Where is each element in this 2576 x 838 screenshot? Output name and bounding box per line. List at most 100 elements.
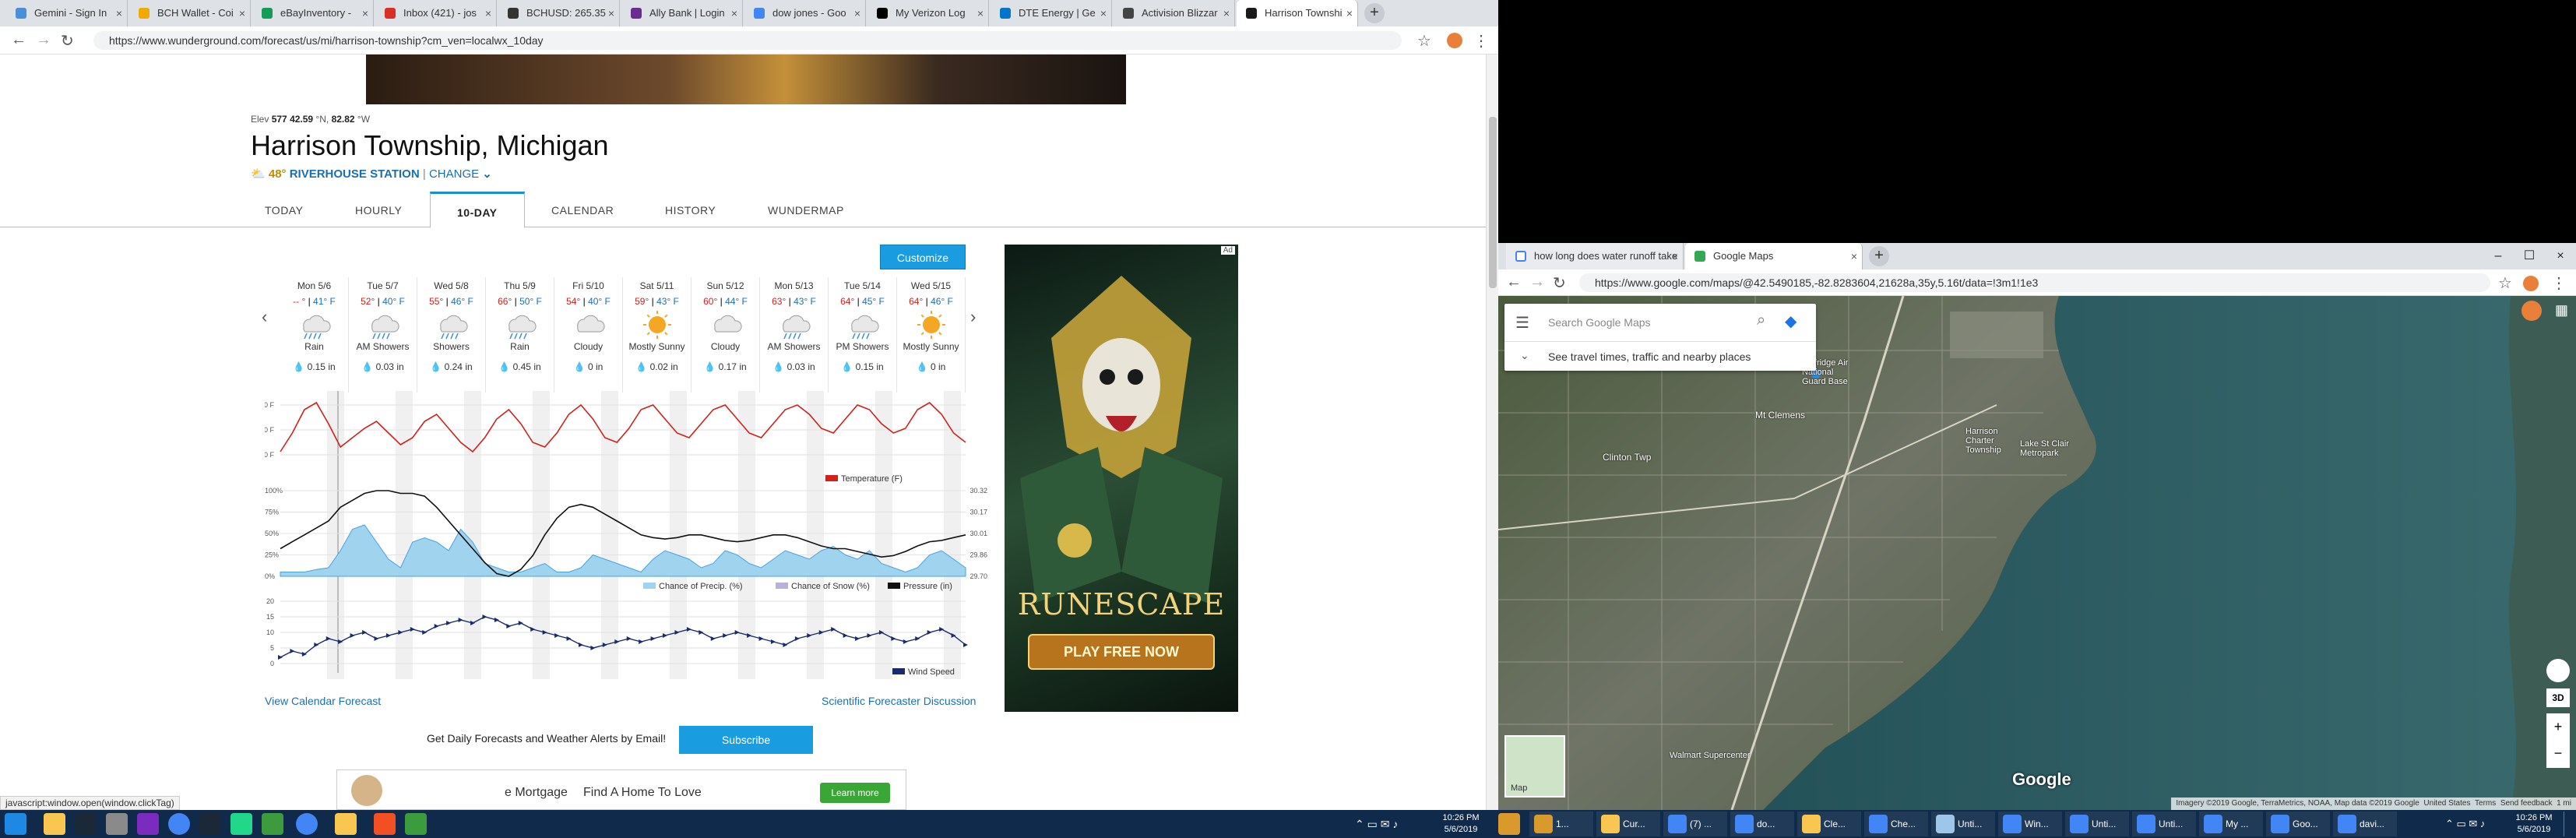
taskbar-window-button[interactable]: Unti... bbox=[2065, 812, 2129, 836]
close-tab-icon[interactable]: × bbox=[977, 0, 984, 26]
taskbar-window-button[interactable]: My ... bbox=[2199, 812, 2263, 836]
subscribe-button[interactable]: Subscribe bbox=[679, 726, 813, 754]
3d-toggle-button[interactable]: 3D bbox=[2546, 688, 2570, 707]
forecast-day[interactable]: Mon 5/6 -- ° | 41° F Rain 💧 0.15 in bbox=[280, 277, 349, 393]
customize-button[interactable]: Customize bbox=[880, 245, 966, 269]
browser-tab[interactable]: Harrison Townshi × bbox=[1237, 0, 1358, 26]
new-tab-icon[interactable]: + bbox=[1364, 3, 1385, 23]
scientific-forecaster-discussion-link[interactable]: Scientific Forecaster Discussion bbox=[822, 695, 976, 707]
country-label[interactable]: United States bbox=[2423, 799, 2470, 808]
map-label-clinton[interactable]: Clinton Twp bbox=[1603, 452, 1651, 463]
settings-gear-icon[interactable] bbox=[106, 813, 128, 835]
forecast-day[interactable]: Tue 5/14 64° | 45° F PM Showers 💧 0.15 in bbox=[829, 277, 897, 393]
hamburger-menu-icon[interactable]: ☰ bbox=[1515, 313, 1529, 333]
taskbar-window-button[interactable]: 1... bbox=[1529, 812, 1593, 836]
tab-history[interactable]: HISTORY bbox=[665, 204, 716, 217]
expand-icon[interactable]: ⌄ bbox=[1520, 349, 1529, 362]
satellite-map[interactable]: Selfridge Air National Guard Base Clinto… bbox=[1498, 296, 2576, 810]
tab-google-search[interactable]: how long does water runoff take × bbox=[1506, 243, 1684, 269]
account-avatar[interactable] bbox=[2521, 301, 2542, 321]
close-tab-icon[interactable]: × bbox=[239, 0, 245, 26]
pinned-app-icon[interactable] bbox=[1498, 813, 1520, 835]
map-label-mount-clemens[interactable]: Mt Clemens bbox=[1755, 410, 1805, 421]
browser-tab[interactable]: Inbox (421) - jos × bbox=[375, 0, 497, 26]
close-tab-icon[interactable]: × bbox=[731, 0, 737, 26]
terms-link[interactable]: Terms bbox=[2475, 799, 2496, 808]
browser-tab[interactable]: Ally Bank | Login × bbox=[621, 0, 743, 26]
browser-tab[interactable]: My Verizon Log × bbox=[867, 0, 989, 26]
forecast-day[interactable]: Fri 5/10 54° | 40° F Cloudy 💧 0 in bbox=[554, 277, 623, 393]
tab-hourly[interactable]: HOURLY bbox=[355, 204, 402, 217]
view-calendar-forecast-link[interactable]: View Calendar Forecast bbox=[265, 695, 381, 707]
chevron-down-icon[interactable]: ⌄ bbox=[482, 167, 492, 181]
forecast-day[interactable]: Thu 5/9 66° | 50° F Rain 💧 0.45 in bbox=[486, 277, 554, 393]
tab-wundermap[interactable]: WUNDERMAP bbox=[768, 204, 844, 217]
forecast-day[interactable]: Sat 5/11 59° | 43° F Mostly Sunny 💧 0.02 in bbox=[623, 277, 692, 393]
zoom-out-icon[interactable]: − bbox=[2554, 745, 2563, 761]
bottom-banner-ad[interactable]: e Mortgage Find A Home To Love Learn mor… bbox=[336, 769, 906, 810]
compass-icon[interactable] bbox=[2546, 659, 2570, 682]
minimize-icon[interactable]: – bbox=[2483, 243, 2514, 269]
profile-avatar[interactable] bbox=[1447, 33, 1462, 48]
spreadsheet-icon[interactable] bbox=[262, 813, 283, 835]
runescape-side-ad[interactable]: Ad RUNESCAPE PLAY FREE NOW bbox=[1005, 245, 1238, 712]
browser-tab[interactable]: DTE Energy | Ge × bbox=[991, 0, 1112, 26]
prev-days-icon[interactable]: ‹ bbox=[262, 307, 267, 327]
zoom-controls[interactable]: + − bbox=[2546, 713, 2570, 768]
forecast-day[interactable]: Tue 5/7 52° | 40° F AM Showers 💧 0.03 in bbox=[349, 277, 417, 393]
taskbar-window-button[interactable]: Unti... bbox=[2132, 812, 2196, 836]
scale-label[interactable]: 1 mi bbox=[2557, 799, 2571, 808]
browser-tab[interactable]: Activision Blizzar × bbox=[1114, 0, 1235, 26]
forecast-day[interactable]: Wed 5/8 55° | 46° F Showers 💧 0.24 in bbox=[417, 277, 486, 393]
taskbar-window-button[interactable]: (7) ... bbox=[1663, 812, 1727, 836]
browser-tab[interactable]: BCH Wallet - Coi × bbox=[129, 0, 251, 26]
page-scrollbar[interactable] bbox=[1486, 55, 1498, 810]
search-input[interactable]: Search Google Maps bbox=[1548, 316, 1751, 329]
forward-icon[interactable]: → bbox=[36, 31, 51, 49]
menu-icon[interactable]: ⋮ bbox=[2551, 273, 2567, 293]
zoom-in-icon[interactable]: + bbox=[2554, 719, 2563, 734]
tab-10-day[interactable]: 10-DAY bbox=[430, 192, 525, 228]
back-icon[interactable]: ← bbox=[1506, 273, 1522, 291]
maximize-icon[interactable]: ☐ bbox=[2514, 243, 2545, 269]
directions-icon[interactable]: ◆ bbox=[1785, 312, 1797, 331]
close-tab-icon[interactable]: × bbox=[362, 0, 368, 26]
forecast-day[interactable]: Sun 5/12 60° | 44° F Cloudy 💧 0.17 in bbox=[692, 277, 760, 393]
close-tab-icon[interactable]: × bbox=[608, 0, 614, 26]
windows-start-icon[interactable] bbox=[5, 813, 26, 835]
bookmark-star-icon[interactable]: ☆ bbox=[2498, 273, 2512, 293]
taskbar-window-button[interactable]: davi... bbox=[2333, 812, 2397, 836]
media-app-icon[interactable] bbox=[137, 813, 159, 835]
steam-icon[interactable] bbox=[75, 813, 97, 835]
tab-google-maps[interactable]: Google Maps × bbox=[1685, 243, 1863, 269]
browser-tab[interactable]: BCHUSD: 265.35 × bbox=[498, 0, 620, 26]
close-tab-icon[interactable]: × bbox=[116, 0, 122, 26]
close-tab-icon[interactable]: × bbox=[854, 0, 860, 26]
taskbar-window-button[interactable]: Win... bbox=[1998, 812, 2062, 836]
station-name[interactable]: RIVERHOUSE STATION bbox=[290, 167, 420, 181]
tray-icons[interactable]: ⌃ ▭ ✉ ♪ bbox=[1355, 818, 1398, 831]
apps-grid-icon[interactable]: ▦ bbox=[2555, 302, 2568, 319]
pycharm-icon[interactable] bbox=[231, 813, 252, 835]
tab-today[interactable]: TODAY bbox=[265, 204, 303, 217]
back-icon[interactable]: ← bbox=[11, 31, 26, 49]
change-station-link[interactable]: CHANGE bbox=[429, 167, 479, 181]
forward-icon[interactable]: → bbox=[1529, 273, 1545, 291]
taskbar-window-button[interactable]: do... bbox=[1730, 812, 1794, 836]
send-feedback-link[interactable]: Send feedback bbox=[2500, 799, 2553, 808]
taskbar-window-button[interactable]: Che... bbox=[1864, 812, 1928, 836]
clock-left[interactable]: 10:26 PM 5/6/2019 bbox=[1438, 812, 1484, 836]
office-icon[interactable] bbox=[374, 813, 396, 835]
close-tab-icon[interactable]: × bbox=[485, 0, 491, 26]
taskbar-window-button[interactable]: Unti... bbox=[1931, 812, 1995, 836]
play-free-now-button[interactable]: PLAY FREE NOW bbox=[1028, 634, 1215, 670]
new-tab-icon[interactable]: + bbox=[1869, 246, 1889, 266]
reload-icon[interactable]: ↻ bbox=[1553, 273, 1566, 293]
folder-icon[interactable] bbox=[335, 813, 357, 835]
chrome-icon[interactable] bbox=[168, 813, 190, 835]
layer-switcher[interactable]: Map bbox=[1504, 735, 1565, 798]
chrome-taskbar-icon[interactable] bbox=[296, 813, 318, 835]
excel-icon[interactable] bbox=[405, 813, 427, 835]
forecast-day[interactable]: Wed 5/15 64° | 46° F Mostly Sunny 💧 0 in bbox=[897, 277, 966, 393]
file-explorer-icon[interactable] bbox=[44, 813, 65, 835]
